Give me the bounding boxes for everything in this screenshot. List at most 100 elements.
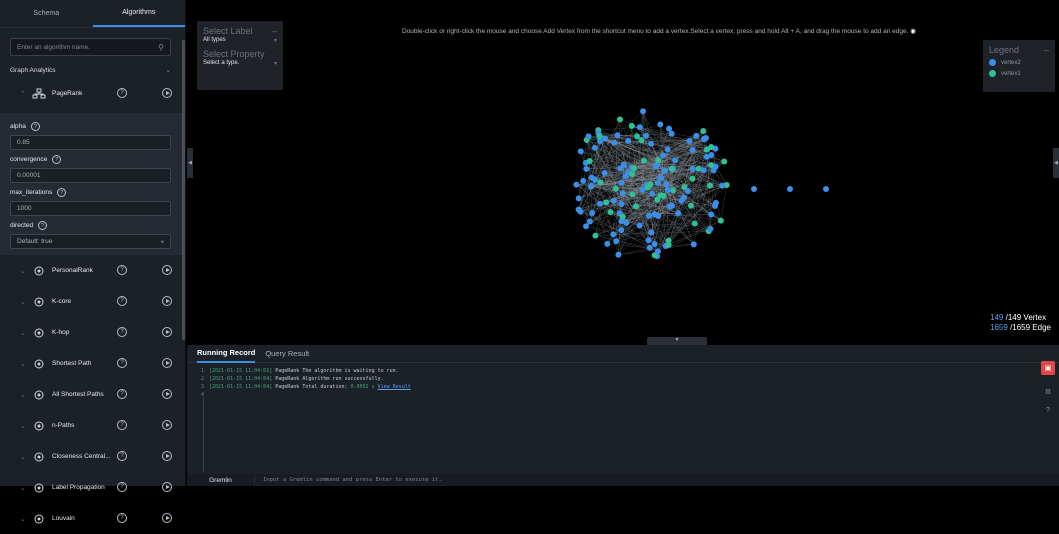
vertex-node[interactable]	[718, 218, 724, 224]
vertex-node[interactable]	[573, 182, 579, 188]
tab-schema[interactable]: Schema	[0, 0, 93, 27]
run-icon[interactable]	[162, 327, 172, 337]
vertex-node[interactable]	[639, 187, 645, 193]
help-icon[interactable]: ?	[117, 482, 127, 492]
help-icon[interactable]: ?	[117, 389, 127, 399]
algorithm-item-all-shortest-paths[interactable]: ⌄All Shortest Paths?	[0, 379, 185, 410]
vertex-node[interactable]	[669, 203, 675, 209]
vertex-node[interactable]	[665, 146, 671, 152]
vertex-node[interactable]	[641, 158, 647, 164]
help-icon[interactable]: ?	[117, 451, 127, 461]
help-icon[interactable]: ?	[117, 296, 127, 306]
algorithm-item-n-paths[interactable]: ⌄n-Paths?	[0, 410, 185, 441]
vertex-node[interactable]	[708, 152, 714, 158]
run-icon[interactable]	[162, 451, 172, 461]
vertex-node[interactable]	[657, 121, 663, 127]
vertex-node[interactable]	[617, 116, 623, 122]
gremlin-input[interactable]	[255, 477, 1059, 483]
vertex-node[interactable]	[685, 188, 691, 194]
vertex-node[interactable]	[597, 201, 603, 207]
help-icon[interactable]: ?	[1041, 403, 1055, 417]
vertex-node[interactable]	[655, 180, 661, 186]
vertex-node[interactable]	[687, 138, 693, 144]
vertex-node[interactable]	[611, 139, 617, 145]
vertex-node[interactable]	[592, 233, 598, 239]
graph-canvas[interactable]: Select Label– All types▾ Select Property…	[187, 0, 1059, 340]
minimize-icon[interactable]: –	[272, 26, 277, 36]
max-iterations-input[interactable]: 1000	[10, 201, 171, 216]
vertex-node[interactable]	[640, 108, 646, 114]
vertex-node[interactable]	[655, 213, 661, 219]
vertex-node[interactable]	[649, 191, 655, 197]
vertex-node[interactable]	[708, 144, 714, 150]
vertex-node[interactable]	[669, 131, 675, 137]
vertex-node[interactable]	[638, 137, 644, 143]
vertex-node[interactable]	[608, 209, 614, 215]
vertex-node[interactable]	[629, 123, 635, 129]
vertex-node[interactable]	[653, 164, 659, 170]
vertex-node[interactable]	[631, 165, 637, 171]
help-icon[interactable]: ?	[117, 513, 127, 523]
vertex-node[interactable]	[620, 191, 626, 197]
algorithm-item-label-propagation[interactable]: ⌄Label Propagation?	[0, 472, 185, 503]
vertex-node[interactable]	[588, 184, 594, 190]
algorithm-search-input[interactable]	[17, 44, 137, 51]
vertex-node[interactable]	[701, 167, 707, 173]
vertex-node[interactable]	[643, 133, 649, 139]
vertex-node[interactable]	[669, 166, 675, 172]
vertex-node[interactable]	[690, 147, 696, 153]
vertex-node[interactable]	[700, 128, 706, 134]
right-panel-toggle[interactable]: ◀	[1053, 148, 1059, 178]
bottom-panel-toggle[interactable]: ▼	[647, 337, 707, 345]
vertex-node[interactable]	[576, 207, 582, 213]
legend-item[interactable]: vertex2	[989, 59, 1049, 66]
run-icon[interactable]	[162, 358, 172, 368]
vertex-node[interactable]	[708, 212, 714, 218]
help-icon[interactable]: ?	[117, 327, 127, 337]
vertex-node[interactable]	[708, 162, 714, 168]
vertex-node[interactable]	[675, 210, 681, 216]
vertex-node[interactable]	[693, 133, 699, 139]
vertex-node[interactable]	[648, 141, 654, 147]
help-icon[interactable]: ?	[38, 221, 47, 230]
run-icon[interactable]	[162, 265, 172, 275]
vertex-node[interactable]	[583, 166, 589, 172]
alpha-input[interactable]: 0.85	[10, 135, 171, 150]
category-header[interactable]: Graph Analytics ⌄	[10, 66, 171, 74]
convergence-input[interactable]: 0.00001	[10, 168, 171, 183]
help-icon[interactable]: ?	[57, 188, 66, 197]
vertex-node[interactable]	[665, 187, 671, 193]
vertex-node[interactable]	[655, 248, 661, 254]
vertex-node[interactable]	[707, 183, 713, 189]
vertex-node[interactable]	[592, 145, 598, 151]
algorithm-item-louvain[interactable]: ⌄Louvain?	[0, 503, 185, 534]
sidebar-scrollbar[interactable]	[182, 40, 185, 340]
vertex-node[interactable]	[663, 181, 669, 187]
help-icon[interactable]: ?	[31, 122, 40, 131]
vertex-node[interactable]	[787, 186, 793, 192]
vertex-node[interactable]	[586, 133, 592, 139]
vertex-node[interactable]	[580, 178, 586, 184]
vertex-node[interactable]	[751, 186, 757, 192]
run-icon[interactable]	[162, 296, 172, 306]
vertex-node[interactable]	[660, 152, 666, 158]
property-select[interactable]: Select a type.▾	[203, 60, 277, 67]
tab-query-result[interactable]: Query Result	[265, 345, 309, 363]
run-icon[interactable]	[162, 513, 172, 523]
vertex-node[interactable]	[597, 133, 603, 139]
run-icon[interactable]	[162, 389, 172, 399]
view-result-link[interactable]: View Result	[378, 384, 411, 390]
vertex-node[interactable]	[602, 135, 608, 141]
label-select[interactable]: All types▾	[203, 37, 277, 44]
vertex-node[interactable]	[637, 124, 643, 130]
help-icon[interactable]: ?	[117, 420, 127, 430]
vertex-node[interactable]	[613, 238, 619, 244]
vertex-node[interactable]	[622, 173, 628, 179]
vertex-node[interactable]	[615, 252, 621, 258]
vertex-node[interactable]	[625, 138, 631, 144]
vertex-node[interactable]	[648, 229, 654, 235]
algorithm-item-pagerank[interactable]: ⌃ PageRank ?	[0, 78, 185, 109]
vertex-node[interactable]	[691, 241, 697, 247]
vertex-node[interactable]	[658, 175, 664, 181]
vertex-node[interactable]	[633, 203, 639, 209]
